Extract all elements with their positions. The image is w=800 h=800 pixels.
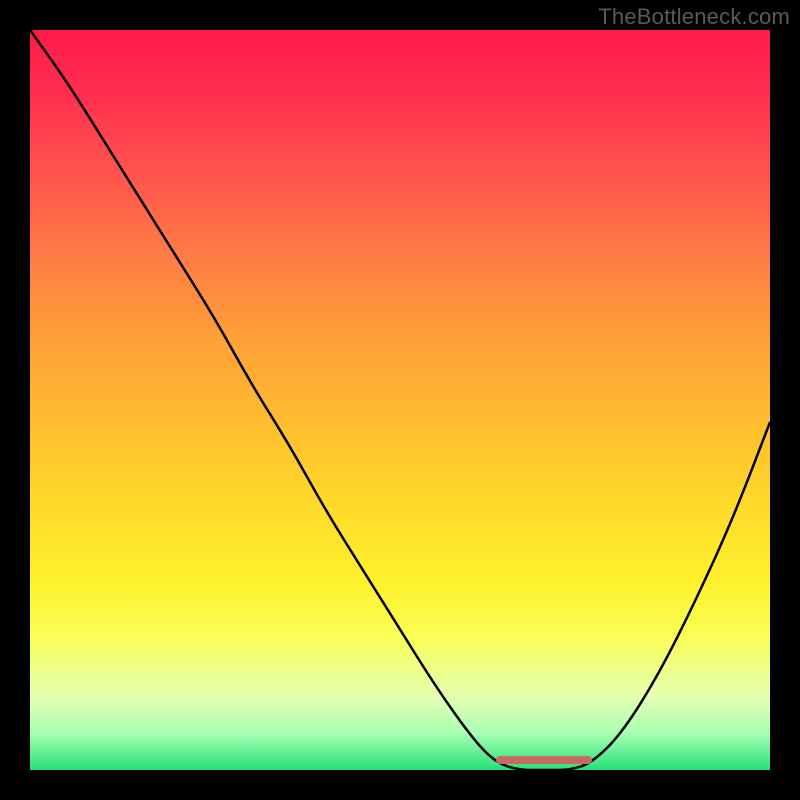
watermark-text: TheBottleneck.com [598, 4, 790, 30]
min-plateau-band [496, 756, 592, 764]
bottleneck-curve [30, 30, 770, 770]
stage: TheBottleneck.com [0, 0, 800, 800]
curve-path [30, 30, 770, 770]
plot-area [30, 30, 770, 770]
